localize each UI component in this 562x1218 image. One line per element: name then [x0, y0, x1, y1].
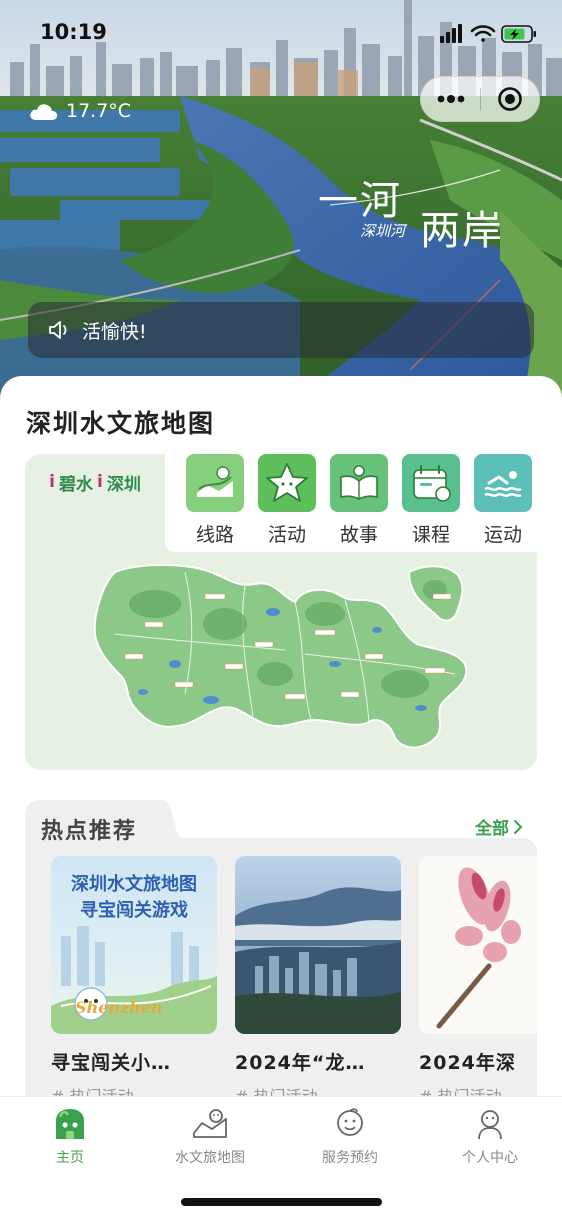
brand-mark: i [97, 472, 103, 492]
category-activity[interactable]: 活动 [258, 454, 316, 547]
hot-card[interactable]: 2024年深 # 热门活动 [419, 856, 537, 1100]
miniprogram-capsule [420, 76, 540, 122]
category-label: 运动 [483, 524, 522, 546]
category-row: 线路 活动 故事 课程 运动 [186, 454, 532, 547]
tab-profile[interactable]: 个人中心 [420, 1107, 560, 1167]
status-time: 10:19 [40, 20, 107, 44]
close-miniprogram-button[interactable] [481, 76, 539, 122]
category-label: 线路 [195, 524, 234, 546]
hot-card[interactable]: 2024年“龙… # 热门活动 [235, 856, 403, 1100]
poster-title-line1: 深圳水文旅地图 [71, 874, 197, 895]
tab-home[interactable]: 主页 [0, 1107, 140, 1167]
weather-widget: 17.7°C [28, 100, 131, 122]
more-dots-icon [437, 95, 464, 103]
home-indicator [181, 1198, 382, 1206]
battery-icon [501, 25, 536, 43]
hero-title-line1: 一河 [318, 178, 402, 224]
signal-icon [440, 24, 462, 43]
weather-temperature: 17.7°C [66, 100, 132, 122]
calendar-course-icon [402, 454, 460, 512]
hero-title: 一河 两岸 深圳河 [316, 168, 536, 258]
hero-banner: 10:19 17.7°C 一河 两岸 深圳河 活愉快! [0, 0, 562, 400]
tab-label: 水文旅地图 [175, 1150, 245, 1166]
chevron-right-icon [514, 819, 523, 834]
hot-section-title: 热点推荐 [41, 819, 138, 844]
category-sport[interactable]: 运动 [474, 454, 532, 547]
speaker-icon [49, 321, 67, 339]
view-all-link[interactable]: 全部 [475, 814, 523, 839]
card-title: 寻宝闯关小… [51, 1052, 172, 1074]
tab-service[interactable]: 服务预约 [280, 1107, 420, 1167]
card-image-mountain-city [235, 856, 401, 1034]
target-close-icon [498, 87, 522, 111]
announcement-text: 活愉快! [82, 320, 147, 343]
category-story[interactable]: 故事 [330, 454, 388, 547]
category-course[interactable]: 课程 [402, 454, 460, 547]
map-section-title: 深圳水文旅地图 [26, 409, 216, 438]
more-button[interactable] [421, 76, 480, 122]
card-title: 2024年“龙… [235, 1052, 366, 1074]
tab-label: 主页 [56, 1150, 84, 1166]
poster-title-line2: 寻宝闯关游戏 [80, 900, 188, 921]
brand-mark: i [49, 472, 55, 492]
category-label: 课程 [411, 524, 450, 546]
hero-title-line2: 两岸 [420, 208, 504, 254]
route-icon [186, 454, 244, 512]
category-label: 活动 [267, 524, 306, 546]
category-route[interactable]: 线路 [186, 454, 244, 547]
tab-label: 个人中心 [462, 1150, 518, 1166]
swimming-icon [474, 454, 532, 512]
hot-card[interactable]: 深圳水文旅地图 寻宝闯关游戏 Shenzhen 寻宝闯关小… # 热门活动 [51, 856, 219, 1100]
card-title: 2024年深 [419, 1052, 516, 1074]
wifi-icon [470, 25, 496, 42]
cloud-icon [30, 104, 58, 120]
status-indicators [440, 24, 536, 43]
brand-word-1: 碧水 [59, 474, 93, 495]
hero-title-sub: 深圳河 [360, 222, 406, 240]
status-bar: 10:19 [0, 0, 562, 70]
tab-map[interactable]: 水文旅地图 [140, 1107, 280, 1167]
brand-logo: i 碧水 i 深圳 [25, 454, 165, 510]
hot-recommendations: 热点推荐 全部 深圳水文旅地图 寻宝闯关游戏 Shenzhen 寻宝闯关小… #… [25, 800, 537, 1100]
hot-card-list: 深圳水文旅地图 寻宝闯关游戏 Shenzhen 寻宝闯关小… # 热门活动 20… [51, 856, 537, 1100]
category-label: 故事 [339, 524, 378, 546]
poster-word: Shenzhen [75, 998, 163, 1017]
star-activity-icon [258, 454, 316, 512]
map-mascot-icon [193, 1109, 227, 1138]
card-image-flower [419, 856, 537, 1034]
book-story-icon [330, 454, 388, 512]
user-mascot-icon [478, 1110, 502, 1140]
home-mascot-icon [56, 1109, 84, 1139]
view-all-label: 全部 [475, 819, 509, 839]
service-mascot-icon [337, 1108, 363, 1136]
card-image-poster: 深圳水文旅地图 寻宝闯关游戏 Shenzhen [51, 856, 217, 1034]
brand-word-2: 深圳 [106, 474, 141, 495]
hot-tab-curve [155, 800, 185, 840]
announcement-bar[interactable]: 活愉快! [28, 302, 534, 358]
tab-label: 服务预约 [322, 1150, 378, 1166]
